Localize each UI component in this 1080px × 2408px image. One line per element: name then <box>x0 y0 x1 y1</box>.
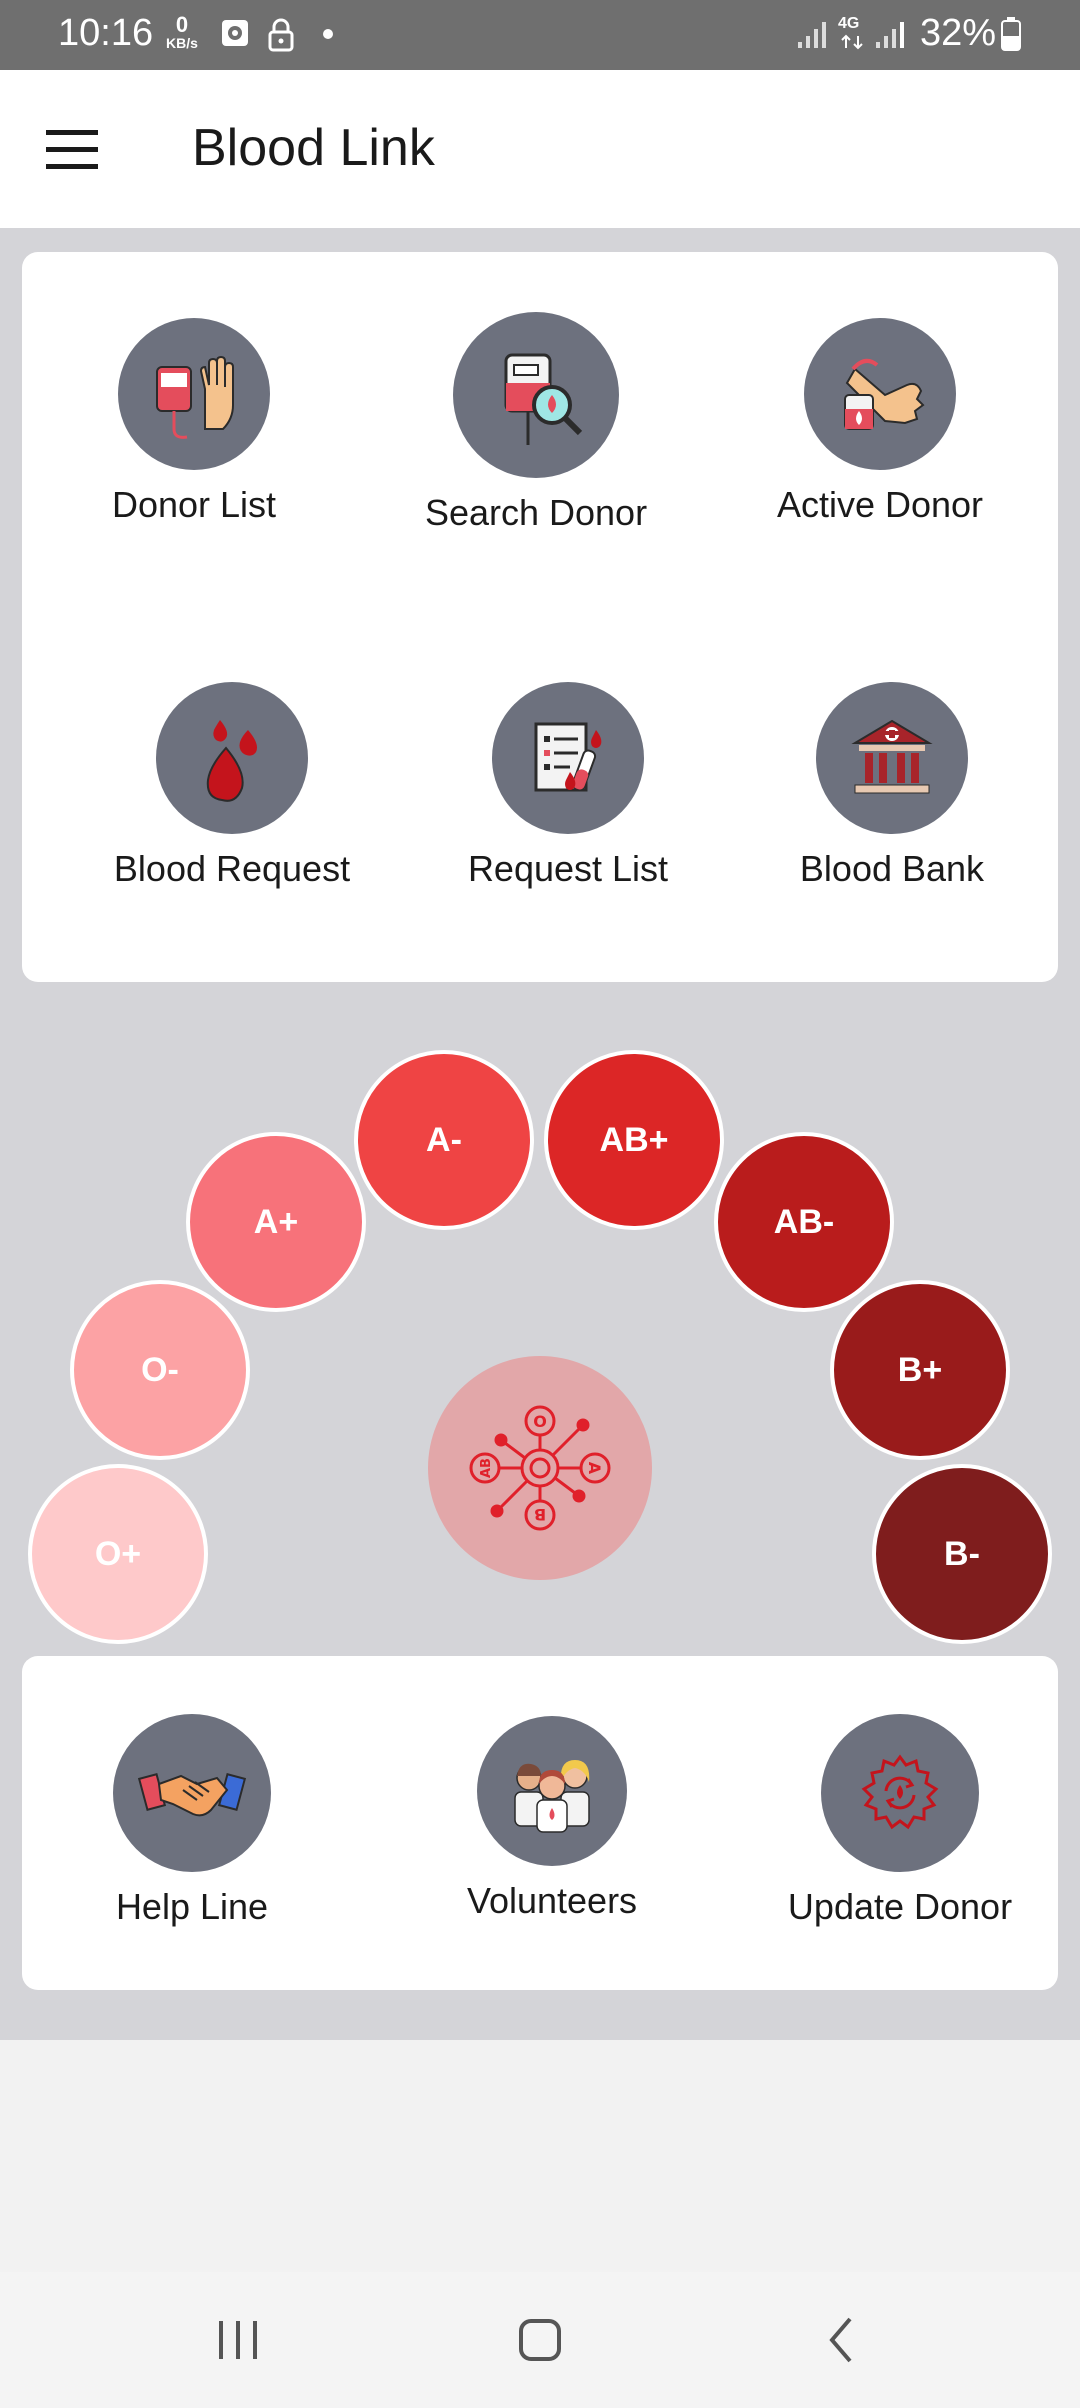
blood-group-label: O+ <box>94 1534 142 1573</box>
recent-apps-button[interactable] <box>188 2310 288 2370</box>
help-line-tile[interactable]: Help Line <box>42 1714 342 1928</box>
app-title: Blood Link <box>192 119 435 177</box>
main-menu-card: Donor List Search Donor Active Donor Blo… <box>22 252 1058 982</box>
active-donor-icon <box>804 318 956 470</box>
blood-bank-icon <box>816 682 968 834</box>
volunteers-icon <box>477 1716 627 1866</box>
hamburger-menu-icon[interactable] <box>40 122 106 176</box>
notification-dot-icon <box>323 29 333 39</box>
update-donor-tile[interactable]: Update Donor <box>750 1714 1050 1928</box>
blood-group-label: AB+ <box>599 1120 669 1159</box>
lock-icon <box>268 18 294 52</box>
back-icon <box>829 2317 852 2363</box>
blood-group-network-icon: O A AB B <box>469 1405 611 1531</box>
data-arrows-icon <box>841 34 863 50</box>
blood-group-a-negative-button[interactable]: A- <box>354 1050 534 1230</box>
blood-group-o-positive-button[interactable]: O+ <box>28 1464 208 1644</box>
blood-bank-label: Blood Bank <box>799 848 985 889</box>
system-navigation-bar <box>0 2272 1080 2408</box>
back-button[interactable] <box>792 2310 892 2370</box>
search-donor-label: Search Donor <box>424 492 648 533</box>
blood-request-tile[interactable]: Blood Request <box>82 682 382 890</box>
volunteers-tile[interactable]: Volunteers <box>402 1716 702 1922</box>
home-icon <box>519 2319 561 2361</box>
network-type: 4G <box>838 15 860 32</box>
screenshot-icon <box>222 20 248 46</box>
app-bar: Blood Link <box>0 70 1080 228</box>
request-list-icon <box>492 682 644 834</box>
home-button[interactable] <box>490 2310 590 2370</box>
hub-label: AB <box>479 1458 494 1478</box>
blood-group-label: B- <box>944 1534 980 1573</box>
main-content: Donor List Search Donor Active Donor Blo… <box>0 228 1080 2040</box>
blood-group-ab-positive-button[interactable]: AB+ <box>544 1050 724 1230</box>
blood-group-b-negative-button[interactable]: B- <box>872 1464 1052 1644</box>
update-donor-icon <box>821 1714 979 1872</box>
blood-group-ab-negative-button[interactable]: AB- <box>714 1132 894 1312</box>
blood-group-label: A- <box>426 1120 462 1159</box>
battery-percentage: 32% <box>920 12 997 54</box>
signal-icon-2 <box>876 22 904 48</box>
hub-label: A <box>585 1462 604 1475</box>
handshake-icon <box>113 1714 271 1872</box>
update-donor-label: Update Donor <box>787 1886 1013 1927</box>
battery-icon <box>1001 17 1021 51</box>
search-donor-tile[interactable]: Search Donor <box>386 312 686 534</box>
blood-request-label: Blood Request <box>113 848 351 889</box>
hub-label: O <box>533 1412 547 1431</box>
blood-group-label: B+ <box>897 1350 943 1389</box>
blood-group-label: O- <box>141 1350 179 1389</box>
status-time: 10:16 <box>58 12 154 54</box>
blood-drops-icon <box>156 682 308 834</box>
recent-apps-icon <box>219 2321 257 2359</box>
blood-group-label: A+ <box>253 1202 299 1241</box>
blood-group-a-positive-button[interactable]: A+ <box>186 1132 366 1312</box>
bottom-menu-card: Help Line Volunteers Update Donor <box>22 1656 1058 1990</box>
active-donor-label: Active Donor <box>776 484 984 525</box>
volunteers-label: Volunteers <box>466 1880 638 1921</box>
request-list-label: Request List <box>467 848 669 889</box>
blood-group-label: AB- <box>773 1202 835 1241</box>
help-line-label: Help Line <box>115 1886 269 1927</box>
blood-bank-tile[interactable]: Blood Bank <box>742 682 1042 890</box>
blood-group-o-negative-button[interactable]: O- <box>70 1280 250 1460</box>
active-donor-tile[interactable]: Active Donor <box>730 318 1030 526</box>
net-speed: 0 KB/s <box>166 12 198 51</box>
request-list-tile[interactable]: Request List <box>418 682 718 890</box>
donor-list-icon <box>118 318 270 470</box>
status-bar: 10:16 0 KB/s 4G 32% <box>0 0 1080 70</box>
search-donor-icon <box>453 312 619 478</box>
blood-group-hub[interactable]: O A AB B <box>428 1356 652 1580</box>
donor-list-label: Donor List <box>111 484 277 525</box>
hub-label: B <box>534 1505 546 1524</box>
donor-list-tile[interactable]: Donor List <box>44 318 344 526</box>
blood-group-b-positive-button[interactable]: B+ <box>830 1280 1010 1460</box>
signal-icon <box>798 22 826 48</box>
